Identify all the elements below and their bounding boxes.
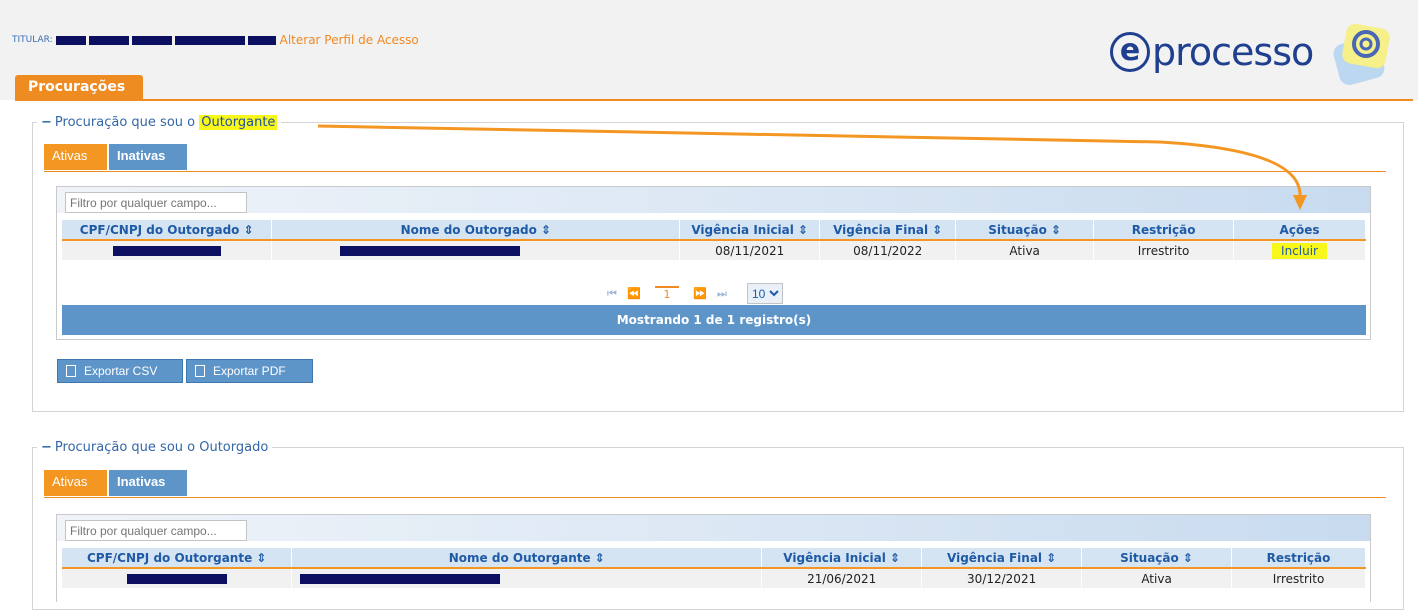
vigencia-inicial-cell: 21/06/2021	[761, 568, 923, 588]
outorgado-table-box: CPF/CNPJ do Outorgante ⇕ Nome do Outorga…	[56, 514, 1371, 602]
cpf-cell	[62, 568, 293, 588]
col-situacao[interactable]: Situação ⇕	[1081, 548, 1233, 569]
redacted-block	[300, 574, 501, 584]
col-restricao: Restrição	[1231, 548, 1366, 569]
col-nome-outorgante[interactable]: Nome do Outorgante ⇕	[291, 548, 763, 569]
outorgado-table: CPF/CNPJ do Outorgante ⇕ Nome do Outorga…	[62, 548, 1366, 588]
subtab-divider	[44, 497, 1386, 498]
nome-cell	[291, 568, 763, 588]
legend-text: Procuração que sou o Outorgado	[54, 440, 269, 455]
filter-bar	[57, 515, 1370, 541]
collapse-icon[interactable]: −	[41, 440, 52, 455]
col-vigencia-inicial[interactable]: Vigência Inicial ⇕	[761, 548, 923, 569]
col-vigencia-final[interactable]: Vigência Final ⇕	[921, 548, 1083, 569]
tab-inativas[interactable]: Inativas	[109, 470, 187, 496]
section-outorgado-legend[interactable]: − Procuração que sou o Outorgado	[37, 440, 272, 455]
filter-input[interactable]	[65, 520, 247, 541]
situacao-cell: Ativa	[1081, 568, 1233, 588]
vigencia-final-cell: 30/12/2021	[921, 568, 1083, 588]
tab-ativas[interactable]: Ativas	[44, 470, 107, 496]
redacted-block	[126, 574, 227, 584]
table-row[interactable]: 21/06/2021 30/12/2021 Ativa Irrestrito	[62, 568, 1366, 588]
restricao-cell: Irrestrito	[1231, 568, 1366, 588]
col-cpf-outorgante[interactable]: CPF/CNPJ do Outorgante ⇕	[62, 548, 293, 569]
